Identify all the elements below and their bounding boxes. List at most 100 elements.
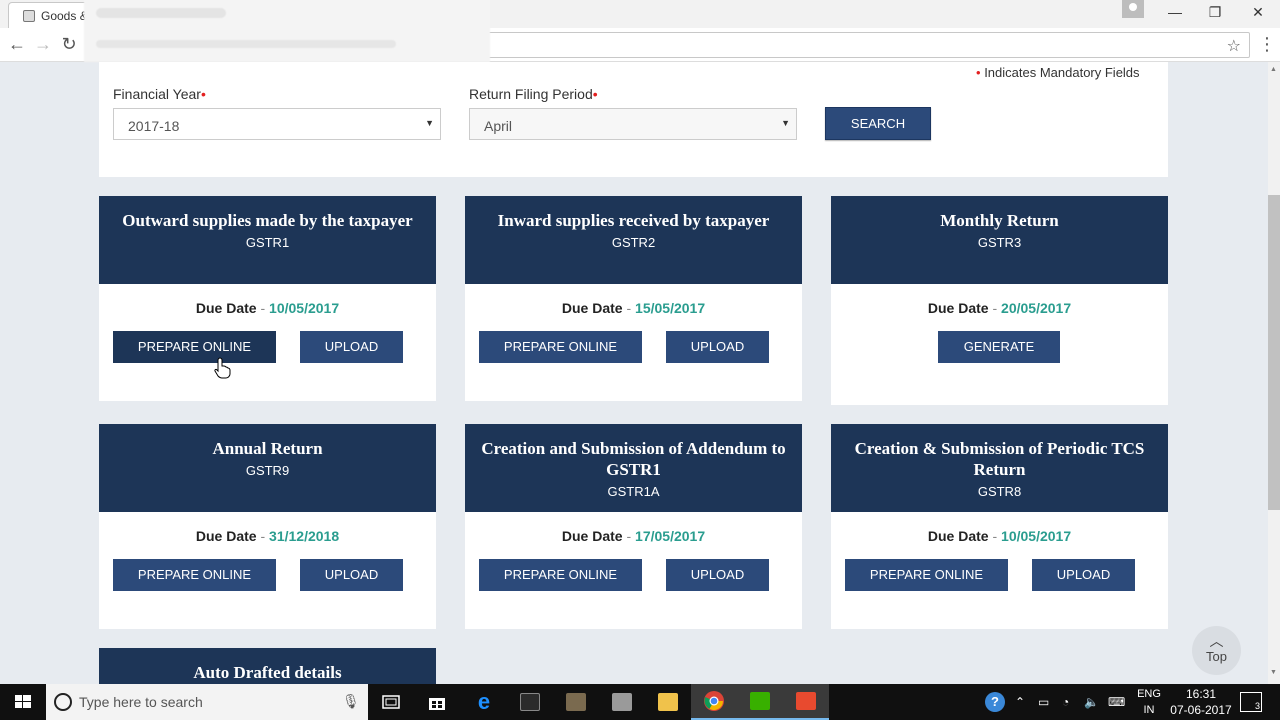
due-date-separator: -	[626, 528, 632, 544]
top-label: Top	[1206, 649, 1227, 664]
due-date-line: Due Date - 15/05/2017	[465, 300, 802, 316]
card-code: GSTR2	[611, 235, 656, 250]
card-title: Creation and Submission of Addendum to G…	[481, 439, 786, 479]
card-header: Creation & Submission of Periodic TCS Re…	[831, 424, 1168, 512]
auto-drafted-card-title: Auto Drafted details	[99, 648, 436, 684]
due-date-label: Due Date	[561, 300, 623, 316]
period-label-text: Return Filing Period	[469, 86, 593, 102]
upload-button[interactable]: UPLOAD	[1032, 559, 1135, 591]
scroll-down-icon[interactable]: ▼	[1270, 669, 1277, 676]
edge-browser-icon[interactable]: e	[461, 684, 507, 720]
task-view-icon[interactable]	[368, 684, 414, 720]
camtasia-icon[interactable]	[737, 684, 783, 720]
card-title: Outward supplies made by the taxpayer	[122, 211, 413, 230]
card-header: Inward supplies received by taxpayer GST…	[465, 196, 802, 284]
due-date-value: 20/05/2017	[1001, 300, 1072, 316]
prepare-online-button[interactable]: PREPARE ONLINE	[845, 559, 1008, 591]
mandatory-note-text: Indicates Mandatory Fields	[984, 65, 1140, 80]
due-date-value: 31/12/2018	[269, 528, 340, 544]
due-date-separator: -	[992, 528, 998, 544]
period-label: Return Filing Period•	[469, 86, 598, 102]
taskbar-search-box[interactable]: Type here to search 🎙	[46, 684, 368, 720]
dropdown-arrow-icon: ▼	[425, 118, 434, 128]
due-date-label: Due Date	[561, 528, 623, 544]
close-window-icon[interactable]: ✕	[1238, 0, 1278, 26]
card-header: Creation and Submission of Addendum to G…	[465, 424, 802, 512]
browser-tab[interactable]: Goods &	[8, 2, 90, 28]
due-date-line: Due Date - 20/05/2017	[831, 300, 1168, 316]
card-code: GSTR9	[245, 463, 290, 478]
file-explorer-icon[interactable]	[645, 684, 691, 720]
store-icon[interactable]	[414, 684, 460, 720]
due-date-line: Due Date - 31/12/2018	[99, 528, 436, 544]
return-period-value: April	[484, 118, 513, 134]
region-code: IN	[1143, 704, 1155, 716]
bookmark-star-icon[interactable]: ☆	[1227, 36, 1241, 56]
financial-year-label: Financial Year•	[113, 86, 206, 102]
maximize-icon[interactable]: ❐	[1195, 0, 1235, 26]
required-marker: •	[592, 86, 598, 102]
browser-menu-icon[interactable]: ⋮	[1258, 34, 1276, 54]
recorder-icon[interactable]	[783, 684, 829, 720]
forward-icon[interactable]: →	[31, 33, 55, 57]
help-icon[interactable]: ?	[985, 684, 1007, 720]
scrollbar-thumb[interactable]	[1268, 195, 1280, 510]
card-title: Inward supplies received by taxpayer	[497, 211, 770, 230]
financial-year-label-text: Financial Year	[113, 86, 201, 102]
due-date-label: Due Date	[927, 528, 989, 544]
return-card-gstr1a: Creation and Submission of Addendum to G…	[465, 424, 802, 629]
reload-icon[interactable]: ↻	[57, 33, 81, 57]
wifi-icon[interactable]: ◔	[1062, 684, 1069, 720]
chrome-icon[interactable]	[691, 684, 737, 720]
return-card-gstr2: Inward supplies received by taxpayer GST…	[465, 196, 802, 401]
chevron-up-tray-icon[interactable]: ⌃	[1015, 684, 1025, 720]
prepare-online-button[interactable]: PREPARE ONLINE	[479, 559, 642, 591]
return-period-select[interactable]: April ▼	[469, 108, 797, 140]
due-date-separator: -	[260, 528, 266, 544]
card-header: Annual Return GSTR9	[99, 424, 436, 512]
windows-start-icon[interactable]	[0, 684, 46, 720]
prepare-online-button[interactable]: PREPARE ONLINE	[479, 331, 642, 363]
card-title: Annual Return	[212, 439, 323, 458]
back-to-top-button[interactable]: ︿ Top	[1192, 626, 1241, 675]
card-code: GSTR1	[245, 235, 290, 250]
upload-button[interactable]: UPLOAD	[666, 559, 769, 591]
back-icon[interactable]: ←	[5, 33, 29, 57]
volume-icon[interactable]: 🔈	[1084, 684, 1099, 720]
prepare-online-button[interactable]: PREPARE ONLINE	[113, 331, 276, 363]
keyboard-icon[interactable]: ⌨	[1108, 684, 1125, 720]
due-date-label: Due Date	[927, 300, 989, 316]
archive-icon[interactable]	[599, 684, 645, 720]
due-date-value: 10/05/2017	[1001, 528, 1072, 544]
required-marker: •	[200, 86, 206, 102]
prepare-online-button[interactable]: PREPARE ONLINE	[113, 559, 276, 591]
due-date-line: Due Date - 17/05/2017	[465, 528, 802, 544]
upload-button[interactable]: UPLOAD	[666, 331, 769, 363]
scroll-up-icon[interactable]: ▲	[1270, 66, 1277, 73]
upload-button[interactable]: UPLOAD	[300, 559, 403, 591]
terminal-icon[interactable]	[507, 684, 553, 720]
redacted-area	[84, 0, 490, 62]
emblem-favicon-icon	[23, 10, 35, 22]
generate-button[interactable]: GENERATE	[938, 331, 1060, 363]
notifications-icon[interactable]: 3	[1240, 692, 1262, 712]
financial-year-select[interactable]: 2017-18 ▼	[113, 108, 441, 140]
upload-button[interactable]: UPLOAD	[300, 331, 403, 363]
address-bar[interactable]: ☆	[488, 32, 1250, 58]
system-clock[interactable]: 16:31 07-06-2017	[1168, 686, 1234, 718]
minimize-icon[interactable]: —	[1155, 0, 1195, 26]
app-icon[interactable]	[553, 684, 599, 720]
battery-icon[interactable]: ▭	[1038, 684, 1049, 720]
search-button[interactable]: SEARCH	[825, 107, 931, 140]
input-language[interactable]: ENG IN	[1134, 686, 1164, 718]
card-code: GSTR1A	[607, 484, 660, 499]
clock-date: 07-06-2017	[1170, 703, 1232, 717]
microphone-icon[interactable]: 🎙	[342, 693, 360, 710]
card-header: Monthly Return GSTR3	[831, 196, 1168, 284]
card-title: Monthly Return	[940, 211, 1059, 230]
profile-avatar-icon[interactable]	[1122, 0, 1144, 18]
due-date-line: Due Date - 10/05/2017	[831, 528, 1168, 544]
card-code: GSTR3	[977, 235, 1022, 250]
card-title: Creation & Submission of Periodic TCS Re…	[854, 439, 1145, 479]
due-date-separator: -	[992, 300, 998, 316]
